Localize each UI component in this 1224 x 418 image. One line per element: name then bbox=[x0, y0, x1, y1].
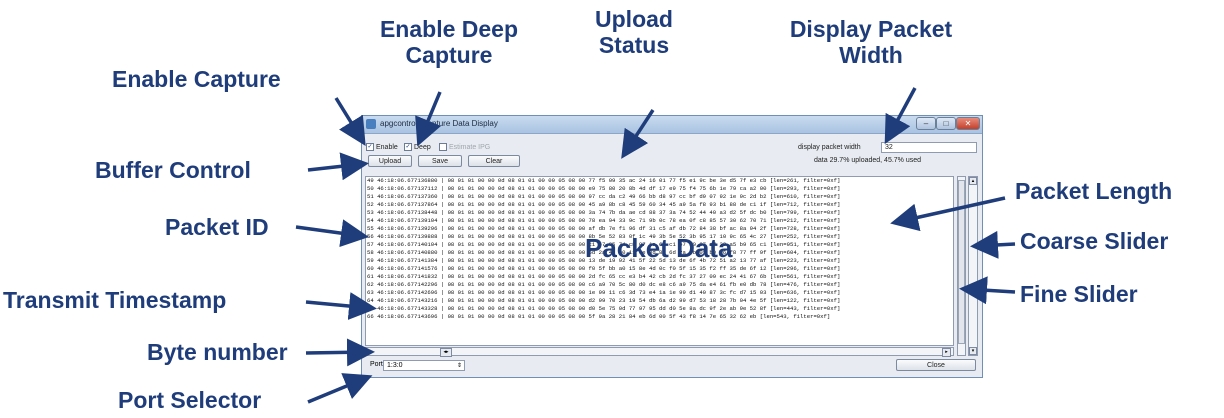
deep-label: Deep bbox=[414, 143, 431, 151]
scroll-right-icon[interactable]: ▸ bbox=[942, 348, 951, 357]
packet-row: 53 46:18:06.677138448 | 08 01 01 00 00 0… bbox=[367, 209, 841, 216]
label-byte-number: Byte number bbox=[147, 339, 288, 365]
byte-scrollbar[interactable]: ◂▸ ▸ bbox=[365, 347, 954, 357]
close-icon[interactable]: ✕ bbox=[956, 117, 980, 130]
arrow-port-selector bbox=[307, 373, 373, 404]
label-port-selector: Port Selector bbox=[118, 387, 262, 413]
port-value: 1:3:0 bbox=[387, 362, 403, 369]
coarse-slider[interactable] bbox=[957, 176, 966, 356]
packet-row: 60 46:18:06.677141576 | 08 01 01 00 00 0… bbox=[367, 265, 841, 272]
packet-row: 64 46:18:06.677143216 | 08 01 01 00 00 0… bbox=[367, 297, 841, 304]
label-enable-capture: Enable Capture bbox=[112, 66, 281, 92]
label-upload-status-line1: Upload bbox=[595, 6, 673, 32]
packet-row: 49 46:18:06.677136880 | 08 01 01 00 00 0… bbox=[367, 177, 841, 184]
packet-row: 66 46:18:06.677143696 | 08 01 01 00 00 0… bbox=[367, 313, 831, 320]
scroll-down-icon[interactable]: ▾ bbox=[969, 347, 977, 355]
display-width-input[interactable]: 32 bbox=[881, 142, 977, 153]
arrow-packet-id bbox=[295, 219, 369, 248]
label-display-packet-width-line1: Display Packet bbox=[789, 16, 953, 42]
packet-row: 54 46:18:06.677139104 | 08 01 01 00 00 0… bbox=[367, 217, 841, 224]
packet-row: 50 46:18:06.677137112 | 08 01 01 00 00 0… bbox=[367, 185, 841, 192]
clear-button[interactable]: Clear bbox=[468, 155, 520, 167]
label-display-packet-width-line2: Width bbox=[839, 42, 903, 69]
packet-row: 65 46:18:06.677143328 | 08 01 01 00 00 0… bbox=[367, 305, 841, 312]
packet-row: 52 46:18:06.677137864 | 08 01 01 00 00 0… bbox=[367, 201, 841, 208]
enable-checkbox[interactable]: ✓ Enable bbox=[366, 143, 398, 151]
arrow-enable-capture bbox=[334, 97, 366, 146]
packet-row: 55 46:18:06.677139296 | 08 01 01 00 00 0… bbox=[367, 225, 841, 232]
close-button[interactable]: Close bbox=[896, 359, 976, 371]
port-label: Port bbox=[370, 361, 383, 368]
label-enable-deep-capture-line1: Enable Deep bbox=[379, 16, 519, 42]
packet-row: 63 46:18:06.677142696 | 08 01 01 00 00 0… bbox=[367, 289, 841, 296]
label-packet-length: Packet Length bbox=[1015, 178, 1173, 204]
minimize-icon[interactable]: – bbox=[916, 117, 936, 130]
scroll-up-icon[interactable]: ▴ bbox=[969, 177, 977, 185]
label-upload-status-line2: Status bbox=[598, 32, 670, 59]
port-select[interactable]: 1:3:0 ⇕ bbox=[383, 360, 465, 371]
estimate-ipg-check-icon bbox=[439, 143, 447, 151]
estimate-ipg-checkbox[interactable]: Estimate IPG bbox=[439, 143, 490, 151]
deep-checkbox[interactable]: ✓ Deep bbox=[404, 143, 431, 151]
label-fine-slider: Fine Slider bbox=[1020, 281, 1138, 307]
display-width-label: display packet width bbox=[798, 144, 861, 151]
label-packet-id: Packet ID bbox=[165, 214, 269, 240]
window-app-icon bbox=[366, 119, 376, 129]
arrow-buffer-control bbox=[307, 152, 369, 181]
label-transmit-timestamp: Transmit Timestamp bbox=[3, 287, 227, 313]
label-enable-deep-capture: Enable Deep Capture bbox=[343, 16, 555, 69]
label-display-packet-width: Display Packet Width bbox=[764, 16, 978, 69]
enable-check-icon: ✓ bbox=[366, 143, 374, 151]
maximize-icon[interactable]: □ bbox=[936, 117, 956, 130]
packet-row: 51 46:18:06.677137360 | 08 01 01 00 00 0… bbox=[367, 193, 841, 200]
arrow-byte-number bbox=[305, 338, 375, 367]
dropdown-arrow-icon: ⇕ bbox=[456, 363, 462, 369]
enable-label: Enable bbox=[376, 143, 398, 151]
packet-row: 61 46:18:06.677141832 | 08 01 01 00 00 0… bbox=[367, 273, 841, 280]
upload-status-text: data 29.7% uploaded, 45.7% used bbox=[814, 157, 922, 164]
scroll-left-icon[interactable]: ◂▸ bbox=[440, 348, 452, 357]
label-packet-data: Packet Data bbox=[585, 233, 733, 263]
estimate-ipg-label: Estimate IPG bbox=[449, 143, 491, 151]
label-upload-status: Upload Status bbox=[578, 6, 690, 59]
deep-check-icon: ✓ bbox=[404, 143, 412, 151]
label-enable-deep-capture-line2: Capture bbox=[405, 42, 493, 69]
coarse-slider-thumb[interactable] bbox=[958, 180, 965, 344]
label-coarse-slider: Coarse Slider bbox=[1020, 228, 1169, 254]
save-button[interactable]: Save bbox=[418, 155, 462, 167]
window-title: apgcontrol: Capture Data Display bbox=[380, 119, 498, 128]
upload-button[interactable]: Upload bbox=[368, 155, 412, 167]
fine-slider[interactable]: ▴ ▾ bbox=[968, 176, 978, 356]
title-bar[interactable]: apgcontrol: Capture Data Display – □ ✕ bbox=[362, 116, 982, 134]
label-buffer-control: Buffer Control bbox=[95, 157, 251, 183]
packet-row: 62 46:18:06.677142296 | 08 01 01 00 00 0… bbox=[367, 281, 841, 288]
